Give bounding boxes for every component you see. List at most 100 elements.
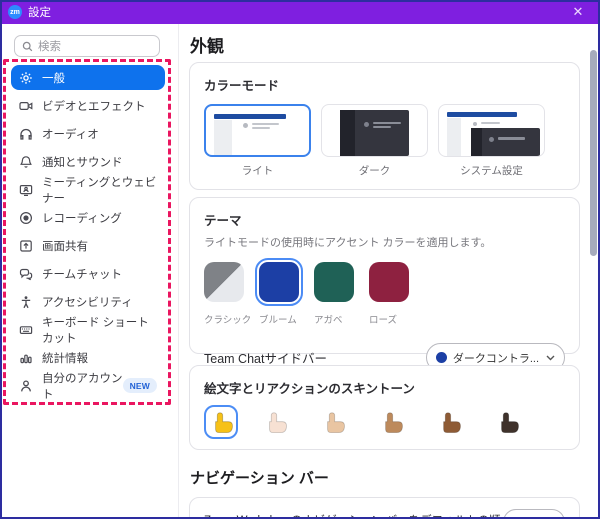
sidebar: 検索 一般 ビデオとエフェクト オーディオ 通知とサウンド ミーティングとウェビ…	[2, 24, 179, 517]
meeting-monitor-icon	[19, 183, 33, 197]
skin-tone-option-2[interactable]	[258, 405, 292, 439]
close-icon[interactable]: ✕	[564, 4, 592, 20]
video-camera-icon	[19, 99, 33, 113]
skin-tone-option-6[interactable]	[490, 405, 524, 439]
headphones-icon	[19, 127, 33, 141]
sidebar-item-video[interactable]: ビデオとエフェクト	[11, 93, 165, 118]
account-person-icon	[19, 379, 33, 393]
thumbs-up-icon	[500, 411, 519, 433]
theme-swatch-rose[interactable]: ローズ	[369, 262, 409, 326]
sidebar-item-label: ビデオとエフェクト	[42, 100, 146, 113]
main-content: 外観 カラーモード ライト ダーク システム設定 テーマ ライトモードの使用時に…	[180, 24, 598, 517]
navigation-bar-card: Zoom Workplaceのナビゲーション バーをデフォルトの順序に戻します …	[189, 497, 580, 517]
sidebar-item-label: チームチャット	[42, 268, 123, 281]
window-title: 設定	[28, 7, 51, 19]
sidebar-item-label: ミーティングとウェビナー	[42, 176, 157, 205]
thumbs-up-icon	[384, 411, 403, 433]
settings-window: zm 設定 ✕ 検索 一般 ビデオとエフェクト オーディオ 通知とサウンド ミー…	[0, 0, 600, 519]
color-mode-label: ライト	[241, 165, 274, 177]
bloom-color-swatch	[255, 258, 303, 306]
swatch-label: クラシック	[204, 315, 252, 326]
thumbs-up-icon	[214, 411, 233, 433]
sidebar-item-audio[interactable]: オーディオ	[11, 121, 165, 146]
theme-swatch-classic[interactable]: クラシック	[204, 262, 252, 326]
sidebar-item-statistics[interactable]: 統計情報	[11, 345, 165, 370]
sidebar-item-label: キーボード ショートカット	[42, 316, 149, 345]
rose-color-swatch	[369, 262, 409, 302]
sidebar-item-recording[interactable]: レコーディング	[11, 205, 165, 230]
skin-tone-option-5[interactable]	[432, 405, 466, 439]
accessibility-person-icon	[19, 295, 33, 309]
theme-subtitle: ライトモードの使用時にアクセント カラーを適用します。	[204, 237, 492, 249]
skin-tone-option-4[interactable]	[374, 405, 408, 439]
color-mode-label: ダーク	[358, 165, 391, 177]
sidebar-item-label: レコーディング	[42, 212, 122, 225]
classic-color-swatch	[204, 262, 244, 302]
skin-tone-card: 絵文字とリアクションのスキントーン	[189, 365, 580, 450]
skin-tone-title: 絵文字とリアクションのスキントーン	[204, 382, 415, 396]
bar-chart-icon	[19, 351, 33, 365]
gear-icon	[19, 71, 33, 85]
dropdown-value: ダークコントラ...	[452, 352, 539, 365]
color-mode-option-light[interactable]: ライト	[204, 104, 311, 178]
theme-swatch-agave[interactable]: アガベ	[314, 262, 354, 326]
sidebar-item-general[interactable]: 一般	[11, 65, 165, 90]
swatch-label: アガベ	[314, 315, 343, 326]
sidebar-item-keyboard-shortcuts[interactable]: キーボード ショートカット	[11, 317, 165, 345]
sidebar-item-label: オーディオ	[42, 128, 99, 141]
color-mode-option-system[interactable]: システム設定	[438, 104, 545, 178]
thumbs-up-icon	[442, 411, 461, 433]
theme-swatches: クラシック ブルーム アガベ ローズ	[204, 258, 565, 326]
sidebar-menu: 一般 ビデオとエフェクト オーディオ 通知とサウンド ミーティングとウェビナー …	[11, 65, 165, 401]
skin-tone-option-3[interactable]	[316, 405, 350, 439]
light-mode-thumbnail	[204, 104, 311, 157]
dropdown-color-dot	[435, 352, 447, 363]
system-mode-thumbnail	[438, 104, 545, 157]
chevron-down-icon	[546, 355, 555, 361]
theme-card: テーマ ライトモードの使用時にアクセント カラーを適用します。 クラシック ブル…	[189, 197, 580, 372]
vertical-scrollbar[interactable]	[590, 50, 597, 256]
screen-share-icon	[19, 239, 33, 253]
thumbs-up-icon	[326, 411, 345, 433]
sidebar-item-accessibility[interactable]: アクセシビリティ	[11, 289, 165, 314]
sidebar-item-screen-share[interactable]: 画面共有	[11, 233, 165, 258]
titlebar: zm 設定 ✕	[2, 2, 598, 24]
agave-color-swatch	[314, 262, 354, 302]
sidebar-item-my-account[interactable]: 自分のアカウント NEW	[11, 373, 165, 401]
sidebar-item-label: 一般	[42, 72, 65, 85]
dark-mode-thumbnail	[321, 104, 428, 157]
skin-tone-options	[204, 405, 565, 439]
theme-swatch-bloom[interactable]: ブルーム	[255, 258, 303, 326]
zoom-app-icon: zm	[8, 5, 22, 19]
sidebar-item-team-chat[interactable]: チームチャット	[11, 261, 165, 286]
new-badge: NEW	[122, 378, 157, 393]
color-mode-options: ライト ダーク システム設定	[204, 104, 565, 178]
color-mode-label: システム設定	[460, 165, 523, 177]
navigation-bar-row-text: Zoom Workplaceのナビゲーション バーをデフォルトの順序に戻します	[204, 509, 503, 517]
reset-navigation-button[interactable]: リセット	[503, 509, 565, 517]
color-mode-title: カラーモード	[204, 79, 280, 93]
sidebar-item-label: 自分のアカウント	[42, 372, 123, 401]
skin-tone-option-1[interactable]	[204, 405, 238, 439]
page-title: 外観	[190, 37, 224, 56]
record-icon	[19, 211, 33, 225]
sidebar-item-label: 統計情報	[42, 352, 88, 365]
sidebar-item-meetings-webinars[interactable]: ミーティングとウェビナー	[11, 177, 165, 205]
search-input[interactable]: 検索	[14, 35, 160, 57]
swatch-label: ブルーム	[259, 315, 297, 326]
swatch-label: ローズ	[369, 315, 398, 326]
color-mode-card: カラーモード ライト ダーク システム設定	[189, 62, 580, 190]
keyboard-icon	[19, 323, 33, 337]
sidebar-item-label: アクセシビリティ	[42, 296, 133, 309]
color-mode-option-dark[interactable]: ダーク	[321, 104, 428, 178]
sidebar-item-notifications[interactable]: 通知とサウンド	[11, 149, 165, 174]
sidebar-item-label: 画面共有	[42, 240, 88, 253]
search-placeholder: 検索	[38, 41, 61, 53]
sidebar-item-label: 通知とサウンド	[42, 156, 123, 169]
thumbs-up-icon	[268, 411, 287, 433]
chat-bubbles-icon	[19, 267, 33, 281]
theme-title: テーマ	[204, 214, 242, 228]
search-icon	[22, 41, 33, 51]
bell-icon	[19, 155, 33, 169]
navigation-bar-title: ナビゲーション バー	[190, 470, 329, 487]
